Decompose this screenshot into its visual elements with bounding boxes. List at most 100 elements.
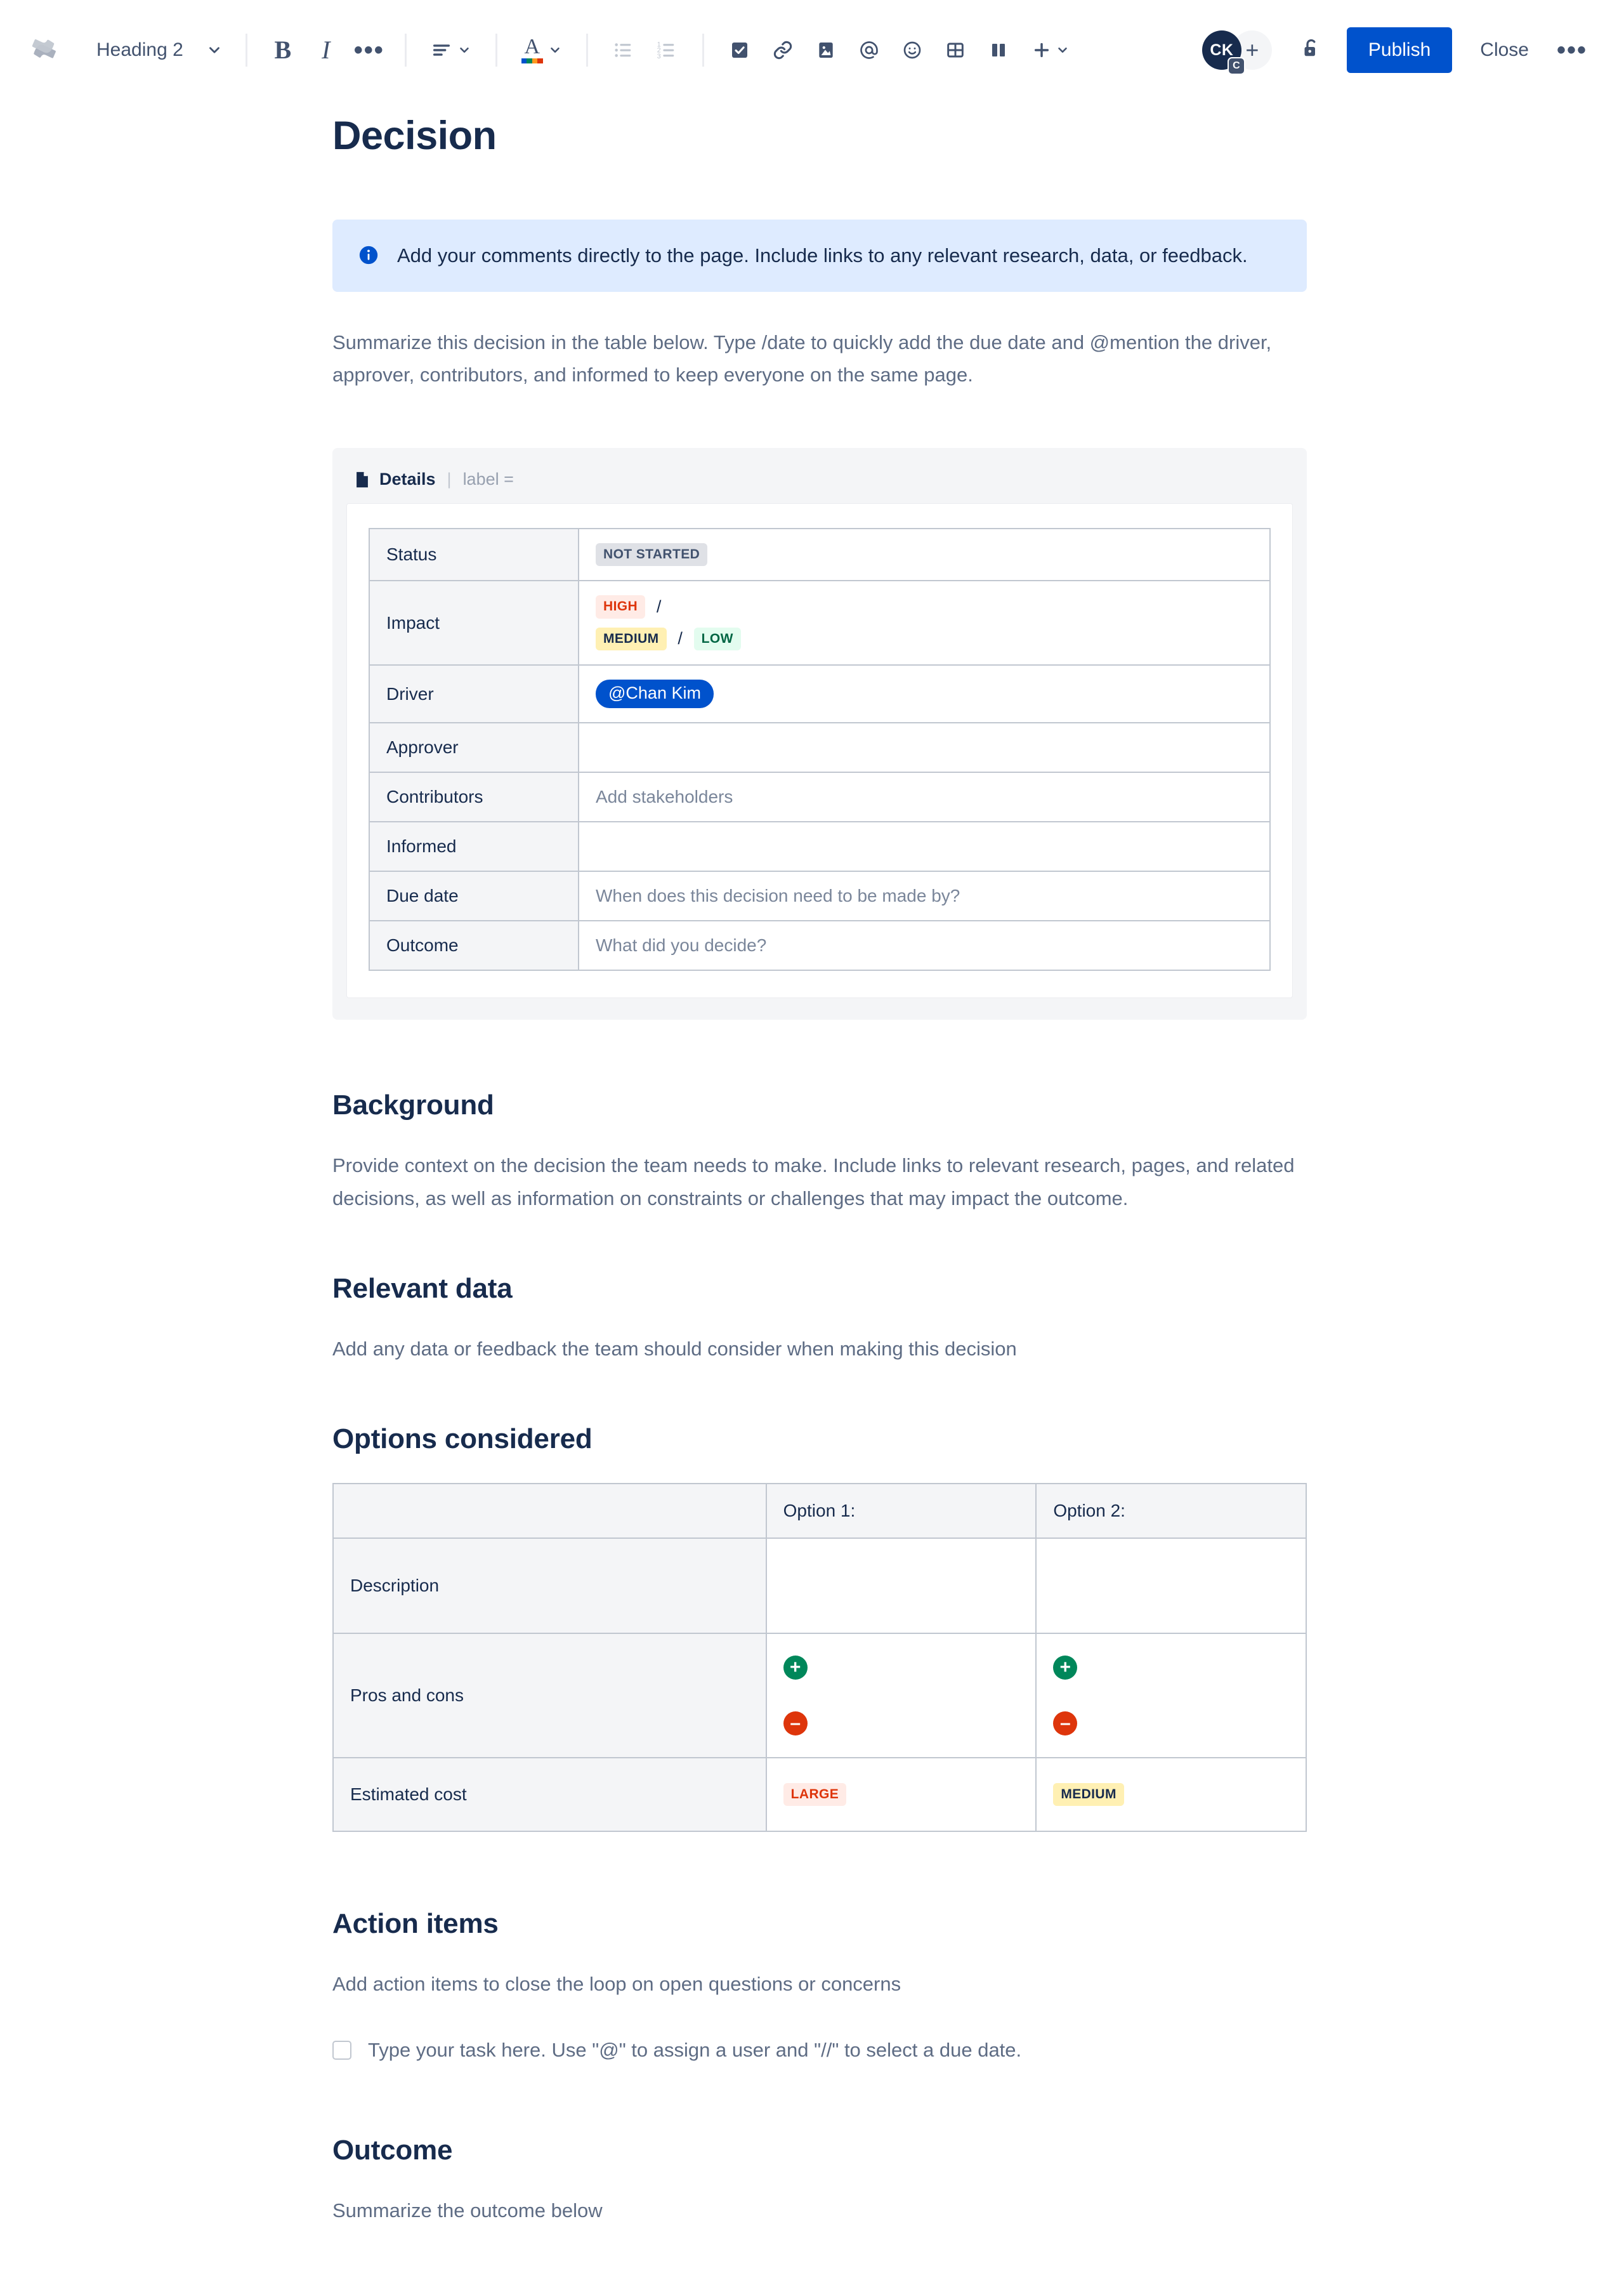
- details-macro-label: Details: [379, 470, 436, 489]
- avatar-badge: C: [1227, 57, 1245, 75]
- options-considered-table: Option 1: Option 2: Description Pros and…: [332, 1482, 1307, 1832]
- section-body-background[interactable]: Provide context on the decision the team…: [332, 1149, 1307, 1214]
- section-heading-action-items[interactable]: Action items: [332, 1908, 1307, 1940]
- section-body-outcome[interactable]: Summarize the outcome below: [332, 2194, 1307, 2227]
- page-details-icon: [354, 471, 370, 489]
- text-align-button[interactable]: [421, 29, 481, 72]
- table-button[interactable]: [934, 29, 977, 72]
- cost-badge-option1[interactable]: LARGE: [783, 1782, 847, 1806]
- section-body-relevant-data[interactable]: Add any data or feedback the team should…: [332, 1333, 1307, 1365]
- cell-cost-option2[interactable]: MEDIUM: [1035, 1756, 1307, 1832]
- task-checkbox[interactable]: [332, 2040, 351, 2060]
- cell-cost-option1[interactable]: LARGE: [765, 1756, 1037, 1832]
- task-button[interactable]: [718, 29, 761, 72]
- avatar-initials: CK: [1210, 41, 1234, 59]
- layout-button[interactable]: [977, 29, 1020, 72]
- insert-more-button[interactable]: [1020, 29, 1081, 72]
- impact-high-badge[interactable]: HIGH: [596, 595, 646, 619]
- row-value[interactable]: NOT STARTED: [578, 528, 1271, 582]
- confluence-logo-icon[interactable]: [23, 28, 67, 72]
- emoji-button[interactable]: [891, 29, 934, 72]
- cell-pros-cons-option2[interactable]: + –: [1035, 1632, 1307, 1758]
- more-formatting-button[interactable]: •••: [348, 29, 391, 72]
- row-value[interactable]: [578, 821, 1271, 873]
- close-button[interactable]: Close: [1464, 27, 1545, 73]
- link-icon: [773, 40, 793, 60]
- row-value[interactable]: HIGH / MEDIUM / LOW: [578, 580, 1271, 666]
- details-macro-header: Details | label =: [346, 459, 1293, 503]
- cell-pros-cons-option1[interactable]: + –: [765, 1632, 1037, 1758]
- minus-icon: –: [1053, 1711, 1078, 1735]
- more-formatting-label: •••: [353, 36, 384, 64]
- plus-icon: +: [1053, 1655, 1078, 1680]
- row-placeholder: When does this decision need to be made …: [596, 886, 960, 906]
- row-value[interactable]: What did you decide?: [578, 920, 1271, 971]
- table-row: Outcome What did you decide?: [369, 920, 1271, 971]
- cell-description-option1[interactable]: [765, 1537, 1037, 1634]
- text-style-select[interactable]: Heading 2: [82, 29, 232, 72]
- image-button[interactable]: [804, 29, 848, 72]
- toolbar-divider: [702, 34, 704, 67]
- toolbar-divider: [245, 34, 247, 67]
- link-button[interactable]: [761, 29, 804, 72]
- text-color-button[interactable]: A: [511, 29, 572, 72]
- editor-toolbar: Heading 2 B I ••• A 1 2 3 CK C + Publish…: [0, 0, 1624, 100]
- italic-label: I: [322, 36, 331, 64]
- pros-cons-stack: + –: [1053, 1649, 1289, 1742]
- section-heading-relevant-data[interactable]: Relevant data: [332, 1273, 1307, 1305]
- row-value[interactable]: Add stakeholders: [578, 772, 1271, 823]
- numbered-list-icon: 1 2 3: [656, 39, 678, 61]
- row-value[interactable]: @Chan Kim: [578, 664, 1271, 724]
- details-macro-separator: |: [447, 470, 452, 489]
- chevron-down-icon: [206, 42, 223, 58]
- row-value[interactable]: [578, 722, 1271, 774]
- row-key: Approver: [369, 722, 579, 774]
- mention-chip[interactable]: @Chan Kim: [596, 679, 714, 709]
- publish-button[interactable]: Publish: [1346, 27, 1453, 73]
- table-row: Approver: [369, 722, 1271, 774]
- toolbar-divider: [495, 34, 497, 67]
- row-label-estimated-cost: Estimated cost: [332, 1756, 767, 1832]
- row-placeholder: What did you decide?: [596, 935, 767, 956]
- bold-button[interactable]: B: [261, 29, 304, 72]
- row-label-description: Description: [332, 1537, 767, 1634]
- intro-paragraph[interactable]: Summarize this decision in the table bel…: [332, 326, 1307, 391]
- chevron-down-icon: [548, 43, 562, 57]
- pros-cons-stack: + –: [783, 1649, 1019, 1742]
- toolbar-left-group: Heading 2: [23, 28, 232, 72]
- impact-medium-badge[interactable]: MEDIUM: [596, 627, 667, 650]
- image-icon: [816, 40, 836, 60]
- row-value[interactable]: When does this decision need to be made …: [578, 871, 1271, 922]
- row-key: Driver: [369, 664, 579, 724]
- column-header-option1[interactable]: Option 1:: [765, 1482, 1037, 1539]
- cost-badge-option2[interactable]: MEDIUM: [1053, 1782, 1124, 1806]
- toolbar-format-group: B I ••• A 1 2 3: [232, 29, 1202, 72]
- italic-button[interactable]: I: [304, 29, 348, 72]
- action-item-task[interactable]: Type your task here. Use "@" to assign a…: [332, 2037, 1307, 2064]
- impact-separator: /: [678, 629, 683, 649]
- page-title[interactable]: Decision: [332, 113, 1307, 159]
- section-heading-background[interactable]: Background: [332, 1090, 1307, 1121]
- bullet-list-icon: [613, 39, 634, 61]
- column-header-option2[interactable]: Option 2:: [1035, 1482, 1307, 1539]
- task-placeholder-text: Type your task here. Use "@" to assign a…: [368, 2038, 1022, 2061]
- details-macro-panel[interactable]: Details | label = Status NOT STARTED Imp…: [332, 448, 1307, 1020]
- impact-low-badge[interactable]: LOW: [693, 627, 741, 650]
- section-heading-options-considered[interactable]: Options considered: [332, 1423, 1307, 1455]
- cell-description-option2[interactable]: [1035, 1537, 1307, 1634]
- numbered-list-button[interactable]: 1 2 3: [645, 29, 688, 72]
- bullet-list-button[interactable]: [602, 29, 645, 72]
- text-align-icon: [431, 39, 452, 61]
- section-heading-outcome[interactable]: Outcome: [332, 2135, 1307, 2166]
- row-key: Informed: [369, 821, 579, 873]
- bold-label: B: [274, 36, 292, 64]
- section-body-action-items[interactable]: Add action items to close the loop on op…: [332, 1968, 1307, 2000]
- plus-icon: +: [1245, 37, 1259, 63]
- page-restrictions-button[interactable]: [1288, 27, 1334, 73]
- status-badge[interactable]: NOT STARTED: [596, 543, 708, 567]
- section-relevant-data: Relevant data Add any data or feedback t…: [332, 1273, 1307, 1365]
- text-style-value: Heading 2: [96, 39, 183, 60]
- more-options-button[interactable]: •••: [1549, 27, 1595, 73]
- chevron-down-icon: [457, 43, 471, 57]
- mention-button[interactable]: [848, 29, 891, 72]
